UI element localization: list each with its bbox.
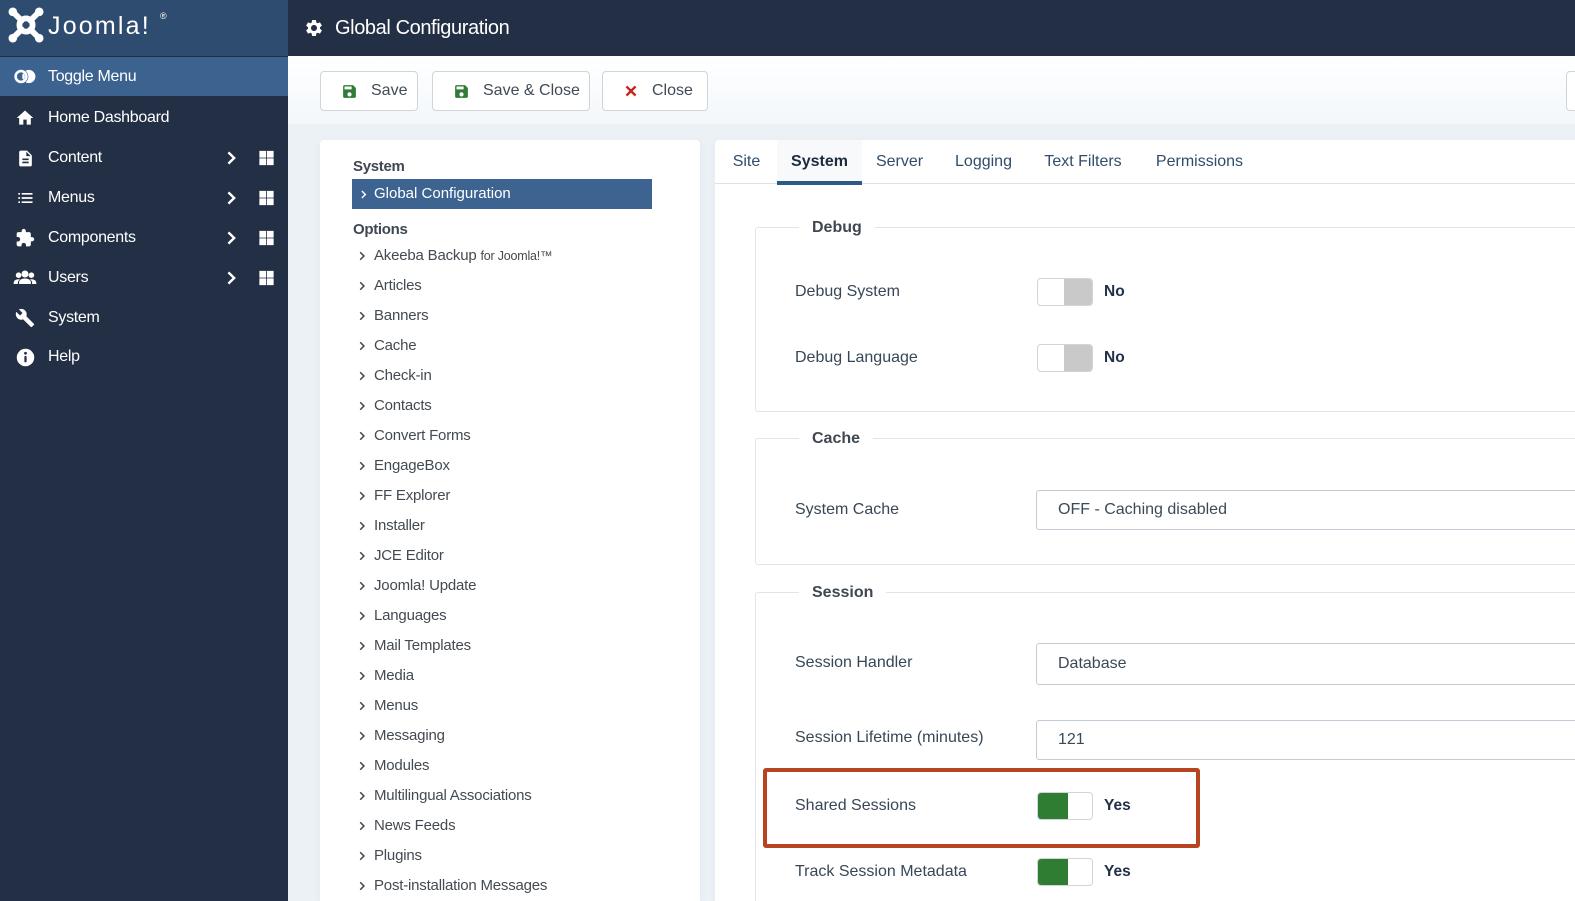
svg-text:Joomla!: Joomla! (48, 12, 151, 40)
svg-text:®: ® (160, 11, 167, 21)
